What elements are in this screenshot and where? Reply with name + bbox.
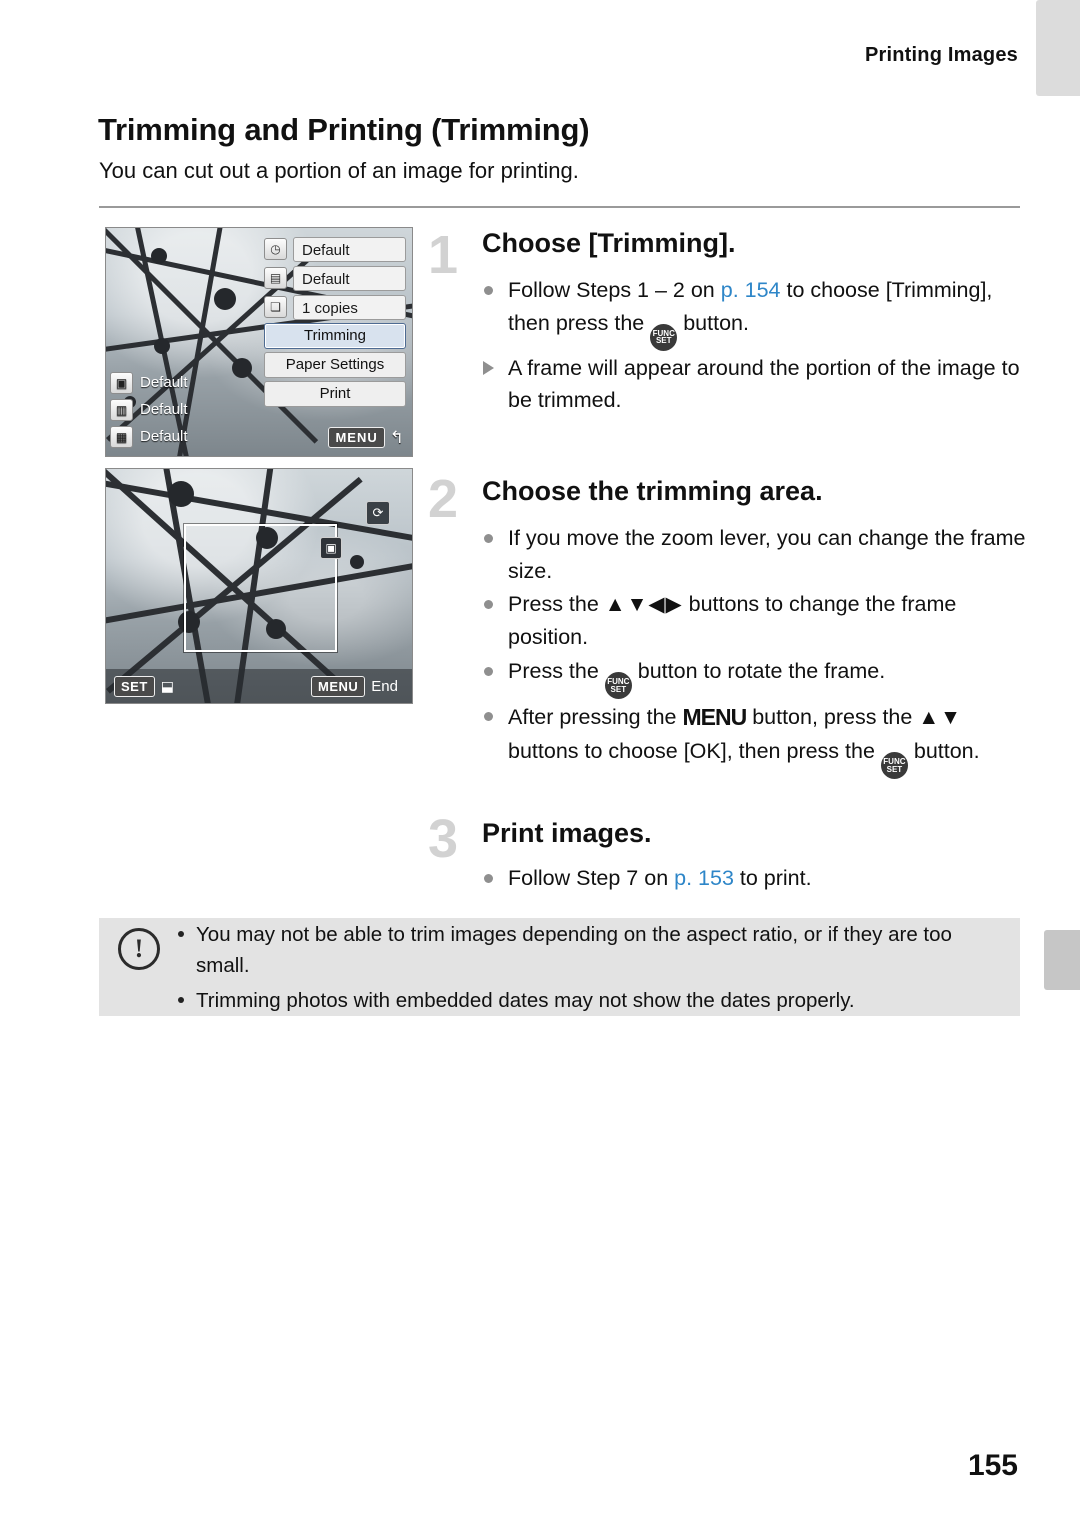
setting-value: Default: [293, 236, 406, 262]
bullet-text: After pressing the MENU button, press th…: [508, 704, 980, 780]
list-item-label: Default: [140, 428, 188, 445]
caution-item: You may not be able to trim images depen…: [176, 920, 1011, 982]
step-3-bullets: Follow Step 7 on p. 153 to print.: [482, 862, 1027, 896]
page-number: 155: [967, 1449, 1018, 1482]
dome-node: [214, 288, 236, 310]
bullet-item: After pressing the MENU button, press th…: [482, 700, 1027, 780]
resize-icon: ▣: [320, 537, 342, 559]
menu-button-badge: MENU: [311, 675, 366, 697]
setting-row[interactable]: ❏ 1 copies: [264, 294, 406, 320]
bullet-item: Follow Steps 1 – 2 on p. 154 to choose […: [482, 274, 1022, 351]
page-ref-link[interactable]: p. 153: [674, 866, 734, 890]
trim-frame-icon: ⬓: [160, 677, 175, 694]
paper-size-icon: ▣: [110, 371, 133, 394]
bullet-text: If you move the zoom lever, you can chan…: [508, 526, 1026, 583]
document-page: Printing Images Trimming and Printing (T…: [0, 0, 1080, 1521]
step-2-bullets: If you move the zoom lever, you can chan…: [482, 522, 1027, 780]
step-number-2: 2: [428, 469, 459, 529]
bullet-item: Follow Step 7 on p. 153 to print.: [482, 862, 1027, 895]
menu-button-trimming[interactable]: Trimming: [264, 323, 406, 349]
menu-end-group: MENU End: [311, 675, 398, 697]
paper-summary-list: ▣ Default ▥ Default ▦ Default: [110, 369, 260, 450]
bullet-item: Press the FUNC SET button to rotate the f…: [482, 655, 1027, 700]
bullet-dot-icon: [484, 874, 493, 883]
paper-type-icon: ▥: [110, 398, 133, 421]
step-number-1: 1: [428, 225, 459, 285]
bullet-item: Press the ▲▼◀▶ buttons to change the fra…: [482, 588, 1027, 654]
caution-text: Trimming photos with embedded dates may …: [196, 988, 855, 1012]
bullet-dot-icon: [484, 712, 493, 722]
figure-print-menu-screen: ◷ Default ▤ Default ❏ 1 copies Trimming …: [105, 227, 413, 457]
setting-value: 1 copies: [293, 294, 406, 320]
dome-node: [350, 555, 364, 569]
bullet-dot-icon: [484, 286, 493, 295]
bullet-text: Follow Steps 1 – 2 on p. 154 to choose […: [508, 278, 992, 351]
menu-button-paper-settings[interactable]: Paper Settings: [264, 352, 406, 378]
bullet-text: A frame will appear around the portion o…: [508, 355, 1020, 413]
dome-node: [168, 481, 194, 507]
bullet-dot-icon: [178, 996, 184, 1003]
menu-back-indicator: MENU ↰: [328, 427, 404, 448]
func-set-button-icon: FUNC SET: [880, 752, 908, 780]
bullet-dot-icon: [484, 666, 493, 676]
bullet-dot-icon: [178, 931, 184, 937]
setting-value: Default: [293, 265, 406, 291]
page-edge-tab: [1036, 0, 1080, 96]
step-title-3: Print images.: [482, 818, 652, 848]
menu-button-print[interactable]: Print: [264, 381, 406, 407]
caution-item: Trimming photos with embedded dates may …: [176, 986, 1011, 1017]
bullet-dot-icon: [484, 600, 493, 610]
bullet-item: If you move the zoom lever, you can chan…: [482, 522, 1027, 587]
step-number-3: 3: [428, 809, 459, 869]
print-settings-panel: ◷ Default ▤ Default ❏ 1 copies Trimming …: [264, 236, 406, 410]
bullet-text: Press the ▲▼◀▶ buttons to change the fra…: [508, 592, 956, 649]
title-divider: [99, 206, 1020, 208]
caution-text: You may not be able to trim images depen…: [196, 923, 952, 977]
figure2-bottom-bar: SET ⬓ MENU End: [106, 669, 412, 703]
bullet-dot-icon: [484, 534, 493, 543]
list-item: ▥ Default: [110, 396, 260, 423]
setting-row[interactable]: ◷ Default: [264, 236, 406, 262]
set-button-badge: SET: [114, 675, 155, 697]
func-set-button-icon: FUNC SET: [604, 672, 632, 700]
menu-end-label: End: [371, 677, 398, 695]
image-icon: ▤: [264, 267, 287, 289]
trimming-frame[interactable]: [184, 524, 337, 652]
side-index-tab: [1044, 930, 1080, 990]
section-header: Printing Images: [864, 44, 1018, 66]
page-intro-text: You can cut out a portion of an image fo…: [99, 158, 579, 183]
page-title: Trimming and Printing (Trimming): [98, 112, 590, 147]
layout-icon: ▦: [110, 425, 133, 448]
exclamation-icon: !: [118, 928, 160, 970]
step-title-1: Choose [Trimming].: [482, 228, 736, 258]
list-item: ▦ Default: [110, 423, 260, 450]
clock-icon: ◷: [264, 238, 287, 260]
direction-arrows-icon: ▲▼◀▶: [604, 593, 683, 617]
caution-items: You may not be able to trim images depen…: [176, 920, 1011, 1020]
figure-trimming-screen: ⟳ ▣ SET ⬓ MENU End: [105, 468, 413, 704]
up-down-arrows-icon: ▲▼: [918, 706, 962, 730]
return-arrow-icon: ↰: [389, 427, 404, 447]
menu-button-icon: MENU: [682, 704, 747, 731]
menu-button-badge: MENU: [328, 427, 385, 448]
dome-node: [151, 248, 167, 264]
copies-icon: ❏: [264, 296, 287, 318]
func-set-button-icon: FUNC SET: [650, 323, 678, 351]
bullet-text: Follow Step 7 on p. 153 to print.: [508, 866, 812, 890]
rotate-icon: ⟳: [366, 501, 390, 525]
list-item: ▣ Default: [110, 369, 260, 396]
list-item-label: Default: [140, 401, 188, 418]
bullet-triangle-icon: [483, 360, 494, 375]
bullet-item: A frame will appear around the portion o…: [482, 352, 1022, 417]
page-ref-link[interactable]: p. 154: [721, 278, 781, 302]
step-title-2: Choose the trimming area.: [482, 476, 823, 506]
bullet-text: Press the FUNC SET button to rotate the f…: [508, 659, 885, 700]
list-item-label: Default: [140, 374, 188, 391]
dome-node: [154, 338, 170, 354]
setting-row[interactable]: ▤ Default: [264, 265, 406, 291]
step-1-bullets: Follow Steps 1 – 2 on p. 154 to choose […: [482, 274, 1022, 418]
